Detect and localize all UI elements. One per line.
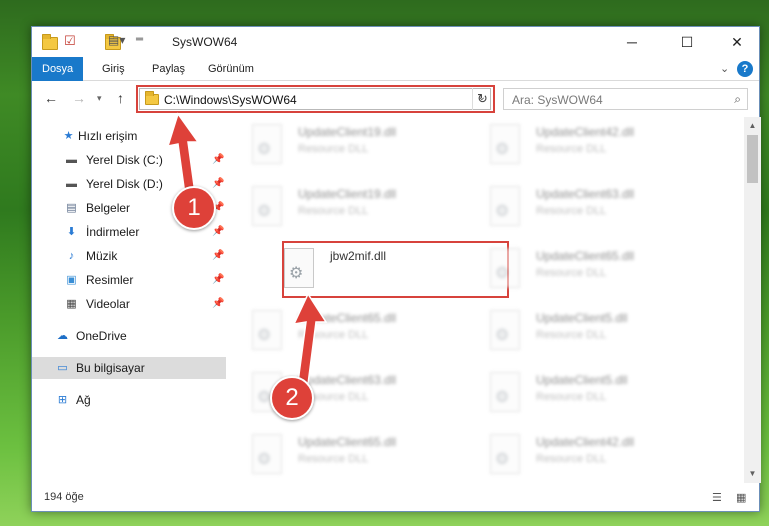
- dll-file-icon: [252, 310, 282, 350]
- ribbon-expand-icon[interactable]: ⌄: [720, 62, 729, 75]
- help-icon[interactable]: ?: [737, 61, 753, 77]
- music-icon: ♪: [68, 250, 75, 262]
- dll-file-icon: [252, 434, 282, 474]
- quick-access-dropdown-icon[interactable]: ═: [136, 34, 143, 50]
- file-item[interactable]: UpdateClient65.dll Resource DLL: [228, 303, 458, 361]
- cloud-icon: ☁: [57, 330, 68, 342]
- pin-icon[interactable]: 📌: [212, 269, 224, 291]
- folder-icon: [42, 34, 58, 50]
- drive-icon: ▬: [66, 178, 77, 190]
- documents-icon: ▤: [66, 202, 77, 214]
- ribbon-tabs: Dosya Giriş Paylaş Görünüm ⌄ ?: [32, 57, 759, 81]
- pin-icon[interactable]: 📌: [212, 221, 224, 243]
- sidebar-item-pictures[interactable]: ▣ Resimler 📌: [32, 269, 226, 291]
- properties-icon[interactable]: ☑: [64, 33, 76, 49]
- sidebar-item-music[interactable]: ♪ Müzik 📌: [32, 245, 226, 267]
- file-item[interactable]: UpdateClient42.dll Resource DLL: [466, 117, 696, 175]
- dll-file-icon: [490, 186, 520, 226]
- search-placeholder: Ara: SysWOW64: [512, 93, 603, 107]
- dll-file-icon: [252, 124, 282, 164]
- dll-file-icon: [252, 186, 282, 226]
- file-item[interactable]: UpdateClient63.dll Resource DLL: [228, 365, 458, 423]
- star-icon: ★: [63, 130, 74, 142]
- tab-home[interactable]: Giriş: [92, 57, 135, 81]
- details-view-icon[interactable]: ☰: [712, 491, 722, 504]
- large-icons-view-icon[interactable]: ▦: [736, 491, 746, 504]
- videos-icon: ▦: [66, 298, 77, 310]
- minimize-button[interactable]: ─: [609, 27, 655, 57]
- dll-file-icon: [490, 434, 520, 474]
- sidebar-item-onedrive[interactable]: ☁ OneDrive: [32, 325, 226, 347]
- scroll-down-icon[interactable]: ▼: [744, 467, 761, 481]
- navigation-bar: ← → ▾ ↑ C:\Windows\SysWOW64 ⌄ ↻ Ara: Sys…: [32, 82, 759, 116]
- search-icon: ⌕: [734, 92, 741, 106]
- vertical-scrollbar[interactable]: ▲ ▼: [744, 117, 761, 483]
- scroll-up-icon[interactable]: ▲: [744, 119, 761, 133]
- pin-icon[interactable]: 📌: [212, 293, 224, 315]
- up-arrow-icon[interactable]: ↑: [117, 90, 124, 106]
- sidebar-item-this-pc[interactable]: ▭ Bu bilgisayar: [32, 357, 226, 379]
- pictures-icon: ▣: [66, 274, 77, 286]
- recent-locations-icon[interactable]: ▾: [97, 93, 102, 104]
- computer-icon: ▭: [57, 362, 68, 374]
- dll-file-icon: [490, 248, 520, 288]
- sidebar-item-network[interactable]: ⊞ Ağ: [32, 389, 226, 411]
- back-arrow-icon[interactable]: ←: [44, 90, 58, 106]
- customize-toolbar-icon[interactable]: ▤▾: [108, 33, 125, 49]
- tab-view[interactable]: Görünüm: [198, 57, 264, 81]
- step-2-badge: 2: [270, 376, 314, 420]
- forward-arrow-icon[interactable]: →: [72, 90, 86, 106]
- file-item[interactable]: UpdateClient65.dll Resource DLL: [228, 427, 458, 483]
- drive-icon: ▬: [66, 154, 77, 166]
- sidebar-item-videos[interactable]: ▦ Videolar 📌: [32, 293, 226, 315]
- address-highlight-box: [136, 85, 495, 113]
- file-item[interactable]: UpdateClient5.dll Resource DLL: [466, 365, 696, 423]
- file-item[interactable]: UpdateClient65.dll Resource DLL: [466, 241, 696, 299]
- download-icon: ⬇: [66, 226, 77, 238]
- title-bar: ☑ ▤▾ ═ SysWOW64 ─ ☐ ✕: [32, 27, 759, 57]
- window-title: SysWOW64: [172, 35, 238, 49]
- pin-icon[interactable]: 📌: [212, 245, 224, 267]
- status-bar: 194 öğe ☰ ▦: [32, 485, 759, 511]
- file-item[interactable]: UpdateClient63.dll Resource DLL: [466, 179, 696, 237]
- step-1-badge: 1: [172, 186, 216, 230]
- tab-share[interactable]: Paylaş: [142, 57, 195, 81]
- explorer-window: ☑ ▤▾ ═ SysWOW64 ─ ☐ ✕ Dosya Giriş Paylaş…: [31, 26, 761, 512]
- search-input[interactable]: Ara: SysWOW64 ⌕: [503, 88, 748, 110]
- file-item[interactable]: UpdateClient42.dll Resource DLL: [466, 427, 696, 483]
- network-icon: ⊞: [57, 394, 68, 406]
- scroll-thumb[interactable]: [747, 135, 758, 183]
- close-button[interactable]: ✕: [714, 27, 760, 57]
- dll-file-icon: [490, 124, 520, 164]
- file-item[interactable]: UpdateClient19.dll Resource DLL: [228, 117, 458, 175]
- file-item[interactable]: UpdateClient19.dll Resource DLL: [228, 179, 458, 237]
- dll-file-icon: [490, 372, 520, 412]
- file-item[interactable]: UpdateClient5.dll Resource DLL: [466, 303, 696, 361]
- maximize-button[interactable]: ☐: [664, 27, 710, 57]
- tab-file[interactable]: Dosya: [32, 57, 84, 81]
- dll-file-icon: [490, 310, 520, 350]
- item-count: 194 öğe: [44, 491, 84, 503]
